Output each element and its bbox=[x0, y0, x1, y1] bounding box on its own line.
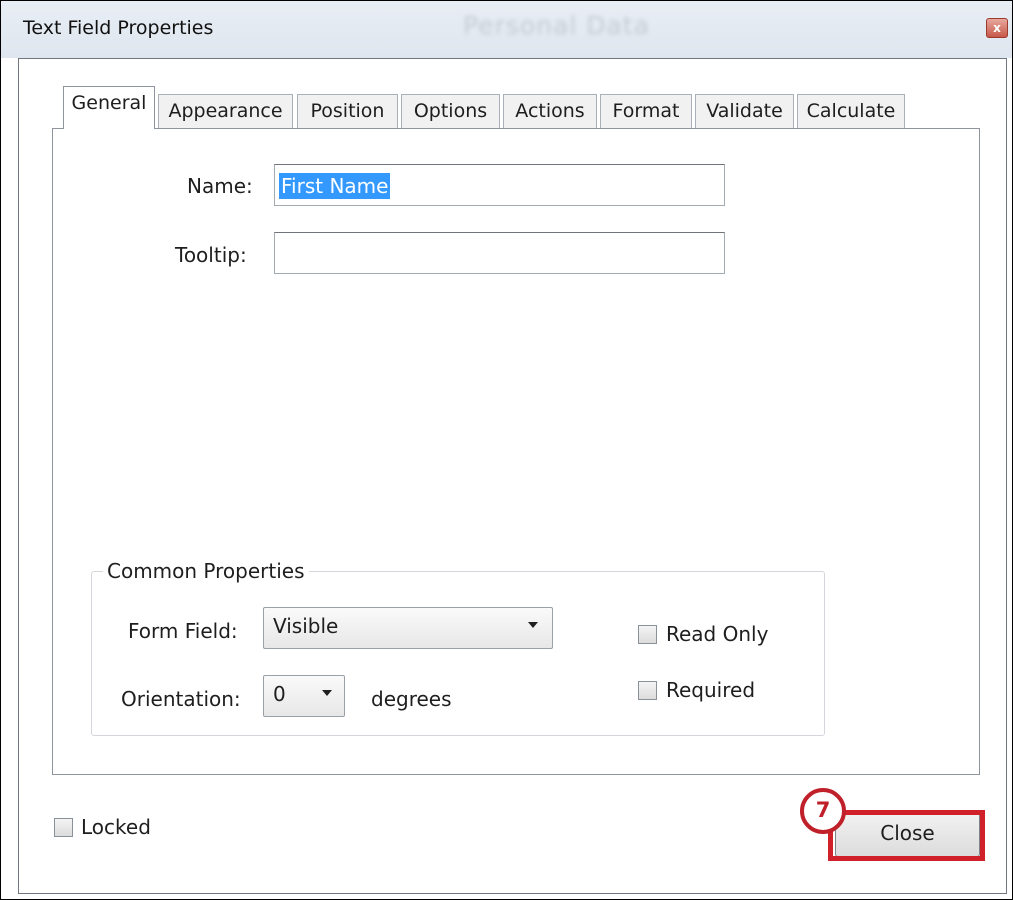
form-field-value: Visible bbox=[273, 614, 339, 638]
required-label: Required bbox=[666, 678, 756, 702]
title-bar: Text Field Properties Personal Data x bbox=[1, 1, 1012, 58]
orientation-value: 0 bbox=[273, 682, 286, 706]
locked-label: Locked bbox=[81, 815, 151, 839]
annotation-highlight-box bbox=[828, 810, 985, 861]
tab-format[interactable]: Format bbox=[600, 94, 692, 128]
form-field-label: Form Field: bbox=[128, 619, 238, 643]
tab-options[interactable]: Options bbox=[401, 94, 500, 128]
tab-actions[interactable]: Actions bbox=[503, 94, 597, 128]
annotation-step-marker: 7 bbox=[800, 788, 846, 834]
tab-calculate[interactable]: Calculate bbox=[797, 94, 905, 128]
common-properties-legend: Common Properties bbox=[103, 559, 309, 583]
orientation-dropdown[interactable]: 0 bbox=[263, 675, 345, 717]
orientation-label: Orientation: bbox=[121, 687, 241, 711]
tab-general[interactable]: General bbox=[63, 86, 155, 129]
tooltip-field[interactable] bbox=[274, 232, 725, 274]
read-only-checkbox[interactable] bbox=[638, 625, 657, 644]
tooltip-label: Tooltip: bbox=[175, 243, 247, 267]
chevron-down-icon bbox=[528, 622, 538, 628]
chevron-down-icon bbox=[322, 690, 332, 696]
locked-checkbox[interactable] bbox=[54, 818, 73, 837]
name-field[interactable]: First Name bbox=[274, 164, 725, 206]
close-icon[interactable]: x bbox=[986, 18, 1008, 38]
window-title: Text Field Properties bbox=[23, 17, 214, 39]
name-field-value: First Name bbox=[279, 173, 391, 199]
tab-appearance[interactable]: Appearance bbox=[158, 94, 293, 128]
tab-validate[interactable]: Validate bbox=[695, 94, 794, 128]
name-label: Name: bbox=[187, 174, 253, 198]
required-checkbox[interactable] bbox=[638, 681, 657, 700]
form-field-dropdown[interactable]: Visible bbox=[263, 607, 553, 649]
background-window-title: Personal Data bbox=[463, 11, 650, 40]
read-only-label: Read Only bbox=[666, 622, 769, 646]
tab-position[interactable]: Position bbox=[297, 94, 398, 128]
orientation-unit: degrees bbox=[371, 687, 452, 711]
common-properties-group bbox=[91, 571, 825, 736]
